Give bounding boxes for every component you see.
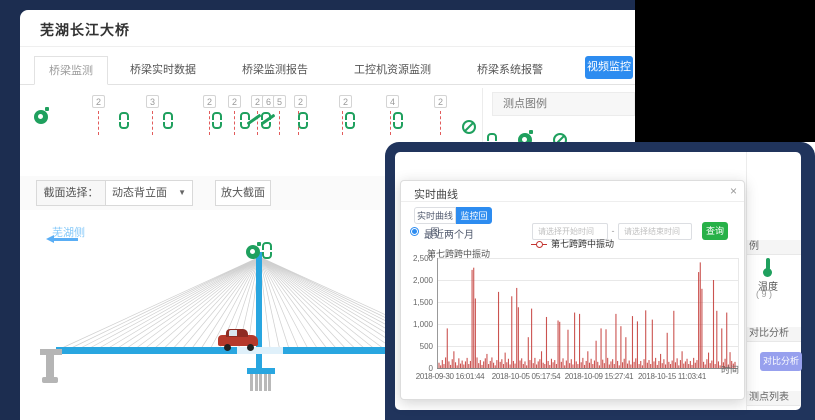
y-tick-label: 1,000 [405,320,433,329]
pier-pile [259,374,262,391]
legend-text: 第七跨跨中振动 [551,239,614,249]
x-tick-label: 2018-09-30 16:01:44 [416,372,485,381]
abutment-base [42,377,58,383]
secondary-legend-header: 例 [747,240,801,255]
pier-pile [255,374,258,391]
y-tick-label: 2,500 [405,254,433,263]
y-tick-label: 2,000 [405,276,433,285]
black-overlay-block [635,0,815,142]
x-axis-name: 时间 [721,363,739,376]
pier-pile [250,374,253,391]
car-window [229,330,237,336]
x-axis-line [437,368,738,369]
legend-marker-icon [531,244,547,245]
point-list-header: 测点列表 [747,391,801,406]
right-axis-line [738,258,739,368]
vibration-chart [438,258,737,368]
tower-chain-icon [262,242,272,259]
y-tick-label: 500 [405,342,433,351]
bridge-deck-left [56,347,237,354]
abutment-stem [46,355,54,377]
page-background: 芜湖长江大桥 桥梁监测桥梁实时数据桥梁监测报告工控机资源监测桥梁系统报警 视频监… [0,0,815,420]
tab-realtime-curve[interactable]: 实时曲线图 [414,207,456,224]
pier-pile [268,374,271,391]
x-tick-label: 2018-10-15 11:03:41 [638,372,706,381]
tab-monitor-playback[interactable]: 监控回放 [456,207,492,224]
x-tick-label: 2018-10-09 15:27:41 [565,372,634,381]
pier-pile [264,374,267,391]
secondary-right-divider [746,152,747,410]
main-tab-0[interactable]: 桥梁监测 [34,56,108,85]
bridge-deck-segment [237,347,283,354]
car-wheel-front [247,344,254,351]
radio-dot [412,229,417,234]
temperature-count: ( 9 ) [756,289,772,299]
y-tick-label: 1,500 [405,298,433,307]
thermometer-bulb [763,268,772,277]
compare-section-header: 对比分析 [747,327,801,342]
compare-analysis-button[interactable]: 对比分析 [760,352,802,371]
x-tick-label: 2018-10-05 05:17:54 [492,372,561,381]
close-icon[interactable]: × [730,184,737,198]
modal-header-divider [401,201,744,202]
tower-gauge-icon [246,245,260,259]
modal-title: 实时曲线 [414,186,458,202]
car-wheel-rear [224,344,231,351]
